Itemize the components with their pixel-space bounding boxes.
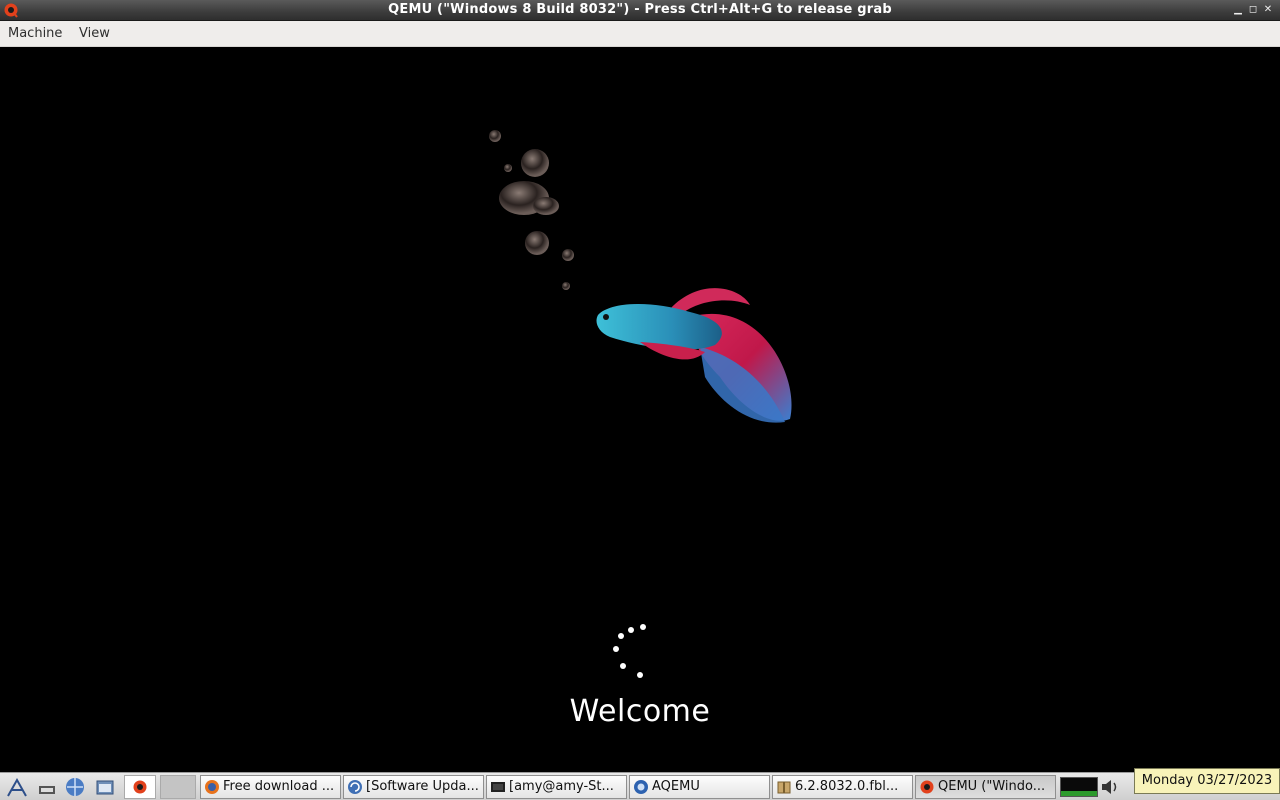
qemu-icon [920, 780, 934, 794]
window-titlebar[interactable]: QEMU ("Windows 8 Build 8032") - Press Ct… [0, 0, 1280, 21]
clock-tooltip: Monday 03/27/2023 [1134, 768, 1280, 794]
taskbar-spacer [160, 775, 196, 799]
minimize-icon[interactable]: ▁ [1232, 3, 1244, 17]
menubar: Machine View [0, 21, 1280, 47]
menu-view[interactable]: View [79, 26, 110, 41]
task-label: 6.2.8032.0.fbl... [795, 779, 899, 794]
window-title: QEMU ("Windows 8 Build 8032") - Press Ct… [388, 2, 892, 17]
task-label: [Software Upda... [366, 779, 479, 794]
task-aqemu[interactable]: AQEMU [629, 775, 770, 799]
taskbar: Free download ... [Software Upda... [amy… [0, 772, 1280, 800]
file-manager-icon[interactable] [94, 776, 116, 798]
loading-spinner [613, 624, 646, 678]
aqemu-icon [634, 780, 648, 794]
task-label: QEMU ("Windo... [938, 779, 1046, 794]
show-desktop-icon[interactable] [36, 776, 58, 798]
terminal-icon [491, 782, 505, 792]
cpu-monitor[interactable] [1060, 777, 1098, 797]
task-qemu[interactable]: QEMU ("Windo... [915, 775, 1056, 799]
fish [596, 288, 792, 423]
archive-icon [777, 781, 791, 794]
menu-icon[interactable] [6, 776, 28, 798]
welcome-text: Welcome [569, 694, 711, 729]
task-software-update[interactable]: [Software Upda... [343, 775, 484, 799]
close-icon[interactable]: ✕ [1262, 3, 1274, 17]
bubbles [489, 130, 574, 290]
task-label: [amy@amy-St... [509, 779, 614, 794]
browser-icon[interactable] [64, 776, 86, 798]
task-label: AQEMU [652, 779, 700, 794]
firefox-icon [205, 780, 219, 794]
guest-display[interactable]: Welcome [0, 47, 1280, 772]
task-firefox[interactable]: Free download ... [200, 775, 341, 799]
volume-icon[interactable] [1100, 779, 1122, 795]
task-terminal[interactable]: [amy@amy-St... [486, 775, 627, 799]
qemu-icon [133, 780, 147, 794]
betta-fish-illustration [489, 130, 792, 678]
menu-machine[interactable]: Machine [8, 26, 62, 41]
cpu-usage-fill [1061, 790, 1097, 796]
qemu-launcher[interactable] [124, 775, 156, 799]
restore-icon[interactable]: ◻ [1247, 3, 1259, 17]
update-icon [348, 780, 362, 794]
task-archive[interactable]: 6.2.8032.0.fbl... [772, 775, 913, 799]
task-label: Free download ... [223, 779, 335, 794]
